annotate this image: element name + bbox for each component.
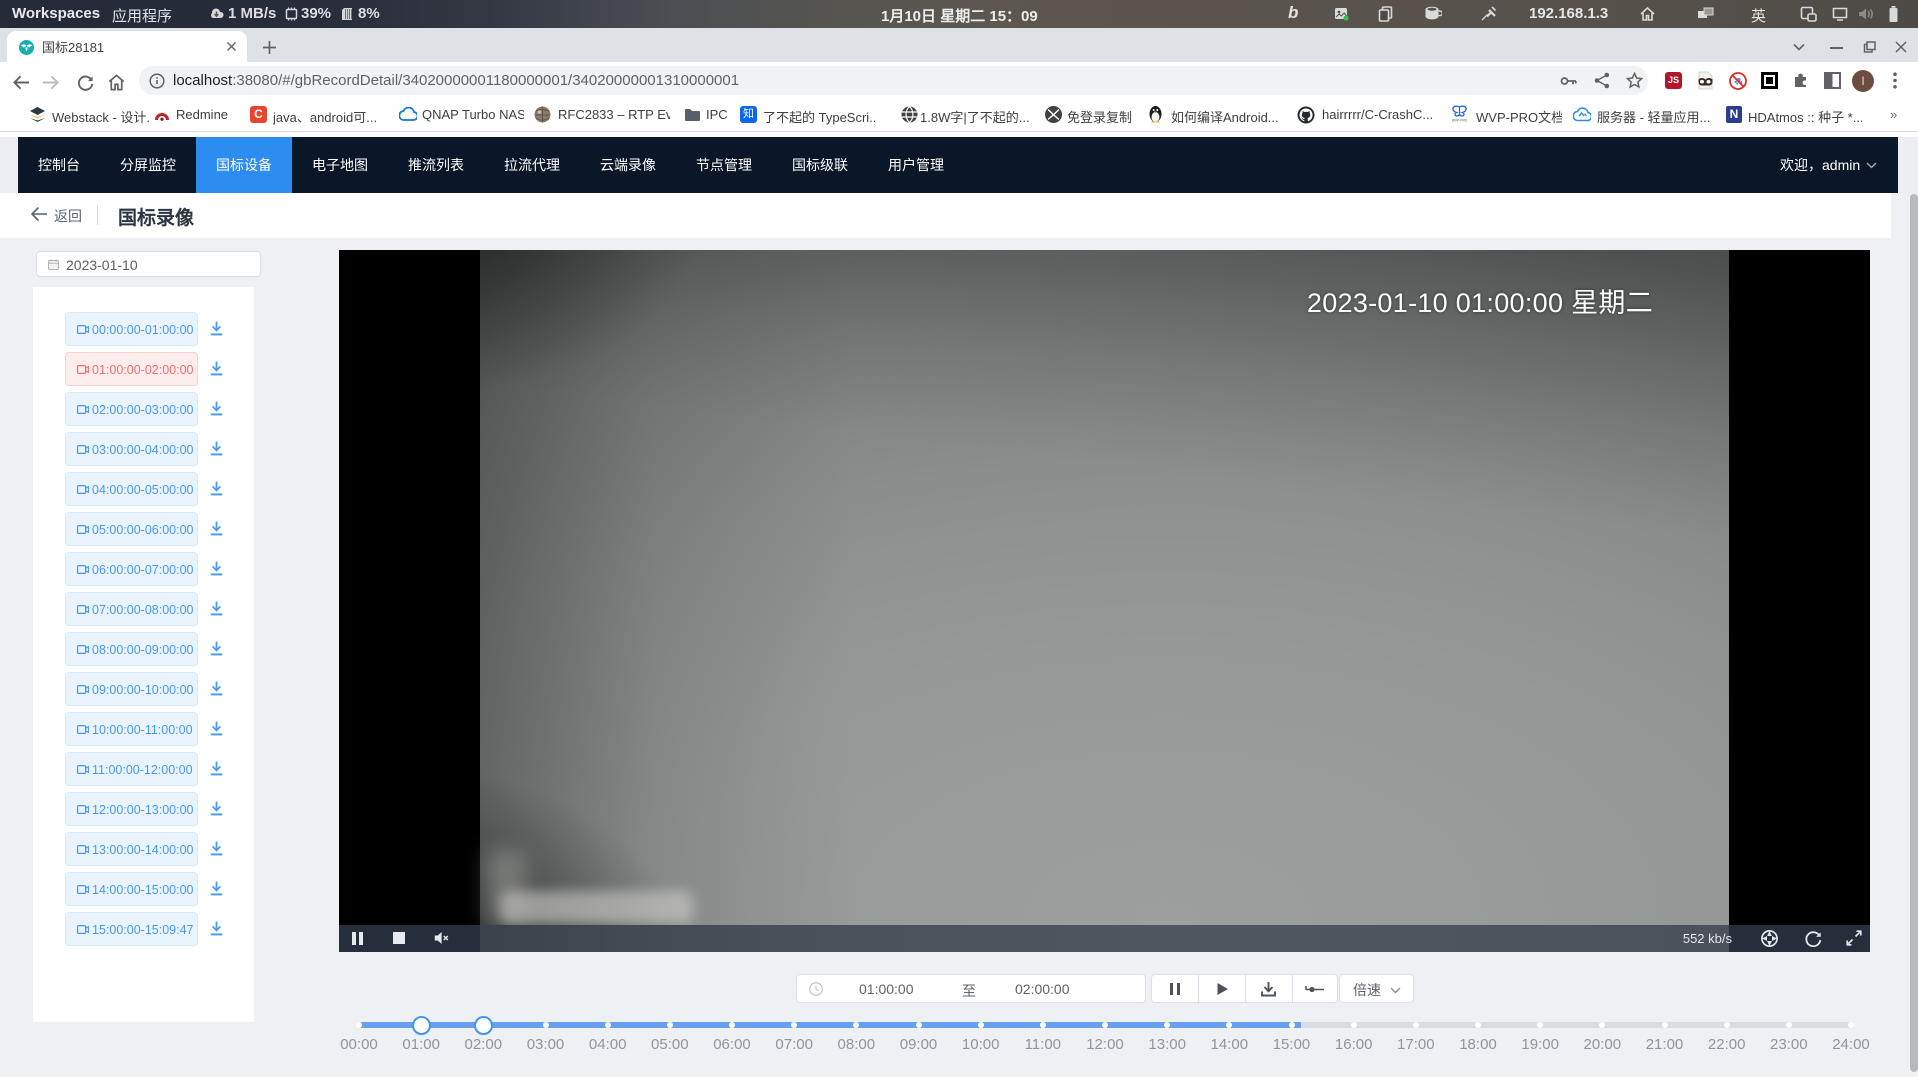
svg-text:WVP·PRO: WVP·PRO [1452, 119, 1467, 123]
